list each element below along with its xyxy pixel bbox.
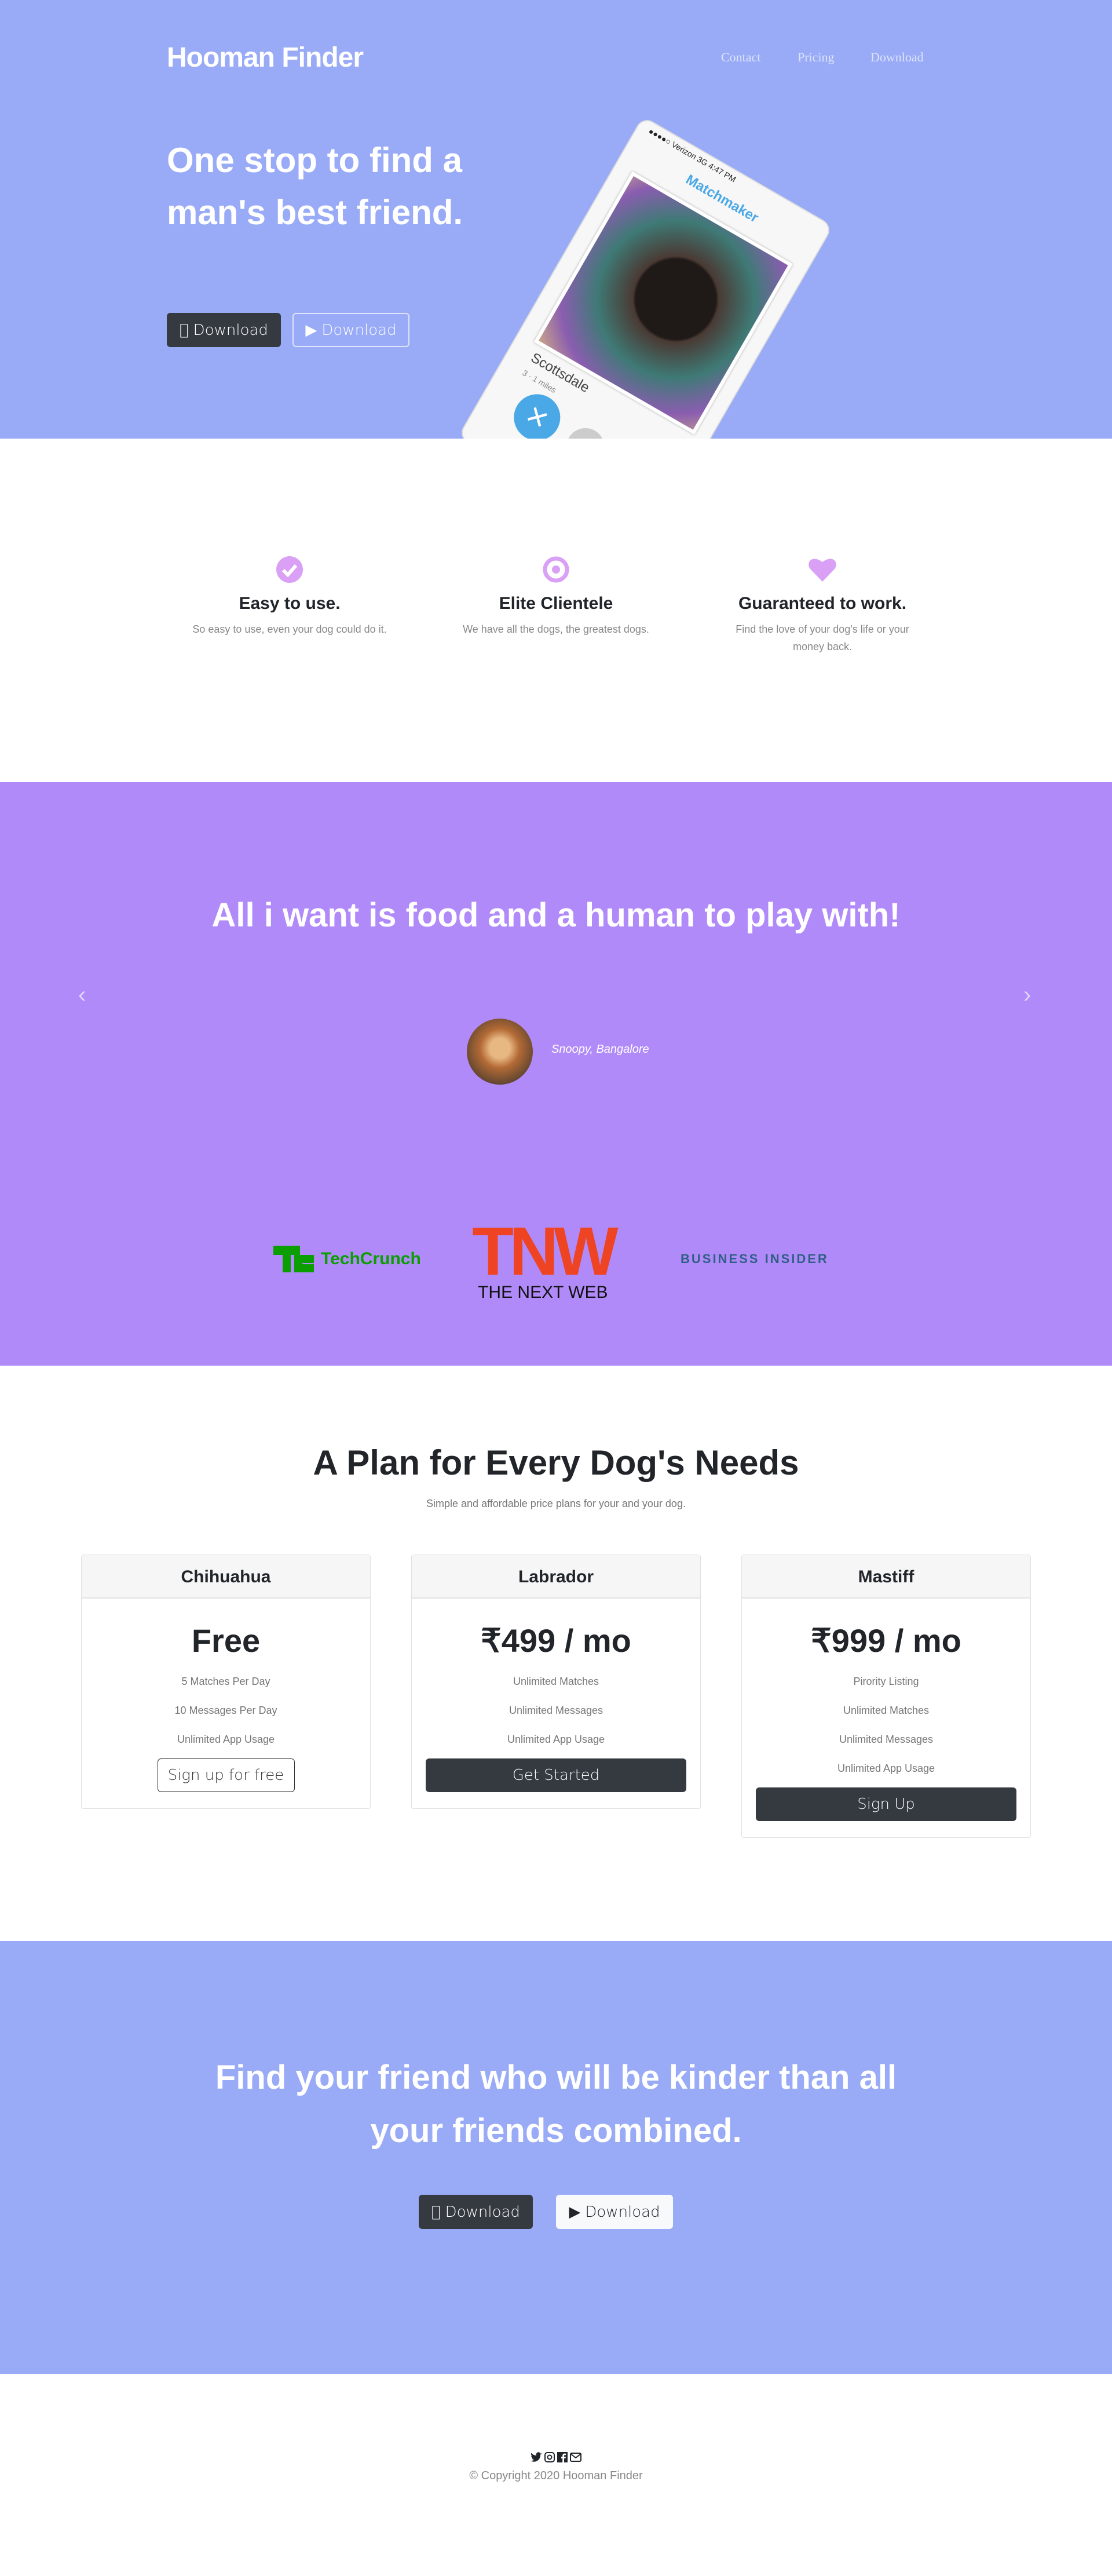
plan-name: Labrador (412, 1555, 700, 1599)
twitter-icon[interactable] (531, 2452, 542, 2462)
app-store-download-button[interactable]: Download (167, 313, 281, 347)
plan-price: Free (191, 1622, 261, 1659)
google-play-icon: ▶ (305, 321, 317, 339)
button-label: Download (188, 321, 268, 339)
cta-text: Find your friend who will be kinder than… (215, 2059, 897, 2150)
techcrunch-logo: TechCrunch (273, 1246, 421, 1272)
tnw-logo: TNW THE NEXT WEB (472, 1213, 619, 1302)
testimonial-avatar (467, 1019, 533, 1085)
plan-price: ₹999 / mo (811, 1622, 961, 1659)
hero-headline: One stop to find a man's best friend. (167, 141, 463, 232)
carousel-prev-button[interactable]: ‹ (78, 982, 86, 1008)
instagram-icon[interactable] (544, 2452, 555, 2462)
nav-pricing[interactable]: Pricing (798, 50, 835, 65)
info-icon (559, 421, 612, 439)
facebook-icon[interactable] (557, 2452, 568, 2462)
plan-feature: Unlimited Matches (843, 1705, 930, 1716)
button-label: Download (585, 2203, 660, 2221)
plan-name: Mastiff (742, 1555, 1030, 1599)
feature-text: So easy to use, even your dog could do i… (192, 623, 387, 635)
feature-title: Guaranteed to work. (738, 594, 907, 613)
sign-up-button[interactable]: Sign Up (756, 1787, 1016, 1821)
bullseye-icon (458, 553, 654, 586)
tnw-wordmark: THE NEXT WEB (478, 1283, 608, 1302)
carousel-next-button[interactable]: › (1023, 982, 1031, 1008)
plan-feature: Unlimited Messages (509, 1705, 603, 1716)
plan-feature: 10 Messages Per Day (174, 1705, 277, 1716)
plan-feature: Unlimited App Usage (177, 1734, 275, 1745)
feature-guaranteed: Guaranteed to work. Find the love of you… (724, 553, 921, 655)
plan-feature: Unlimited Messages (839, 1734, 934, 1745)
cta-app-store-button[interactable]: Download (419, 2195, 533, 2229)
apple-icon:  (431, 2203, 441, 2221)
feature-text: Find the love of your dog's life or your… (736, 623, 909, 652)
feature-elite: Elite Clientele We have all the dogs, th… (458, 553, 654, 638)
plan-feature: 5 Matches Per Day (181, 1676, 270, 1687)
techcrunch-wordmark: TechCrunch (321, 1249, 421, 1268)
plan-card-labrador: Labrador ₹499 / mo Unlimited Matches Unli… (411, 1555, 701, 1809)
tnw-mark: TNW (472, 1213, 619, 1290)
play-store-download-button[interactable]: ▶ Download (292, 313, 409, 347)
pricing-title: A Plan for Every Dog's Needs (313, 1443, 799, 1482)
button-label: Download (440, 2203, 520, 2221)
plan-feature: Unlimited App Usage (507, 1734, 605, 1745)
business-insider-logo: BUSINESS INSIDER (681, 1251, 829, 1266)
feature-title: Easy to use. (239, 594, 341, 613)
feature-text: We have all the dogs, the greatest dogs. (463, 623, 649, 635)
plan-feature: Unlimited Matches (513, 1676, 599, 1687)
plan-card-mastiff: Mastiff ₹999 / mo Pirority Listing Unlimi… (741, 1555, 1031, 1838)
plan-feature: Pirority Listing (853, 1676, 919, 1687)
heart-icon (724, 553, 921, 586)
plan-price: ₹499 / mo (481, 1622, 631, 1659)
nav-download[interactable]: Download (870, 50, 924, 65)
feature-title: Elite Clientele (499, 594, 613, 613)
plan-feature: Unlimited App Usage (837, 1763, 935, 1774)
feature-easy: Easy to use. So easy to use, even your d… (191, 553, 388, 638)
pricing-subtitle: Simple and affordable price plans for yo… (426, 1498, 686, 1509)
techcrunch-mark-icon (273, 1246, 314, 1272)
google-play-icon: ▶ (569, 2203, 581, 2221)
button-label: Download (321, 321, 397, 339)
check-circle-icon (191, 553, 388, 586)
plan-card-chihuahua: Chihuahua Free 5 Matches Per Day 10 Messa… (81, 1555, 371, 1809)
envelope-icon[interactable] (570, 2452, 581, 2462)
copyright: © Copyright 2020 Hooman Finder (469, 2469, 643, 2482)
hero-section: Hooman Finder Contact Pricing Download O… (0, 0, 1112, 439)
get-started-button[interactable]: Get Started (426, 1758, 686, 1792)
sign-up-free-button[interactable]: Sign up for free (157, 1758, 295, 1792)
cta-play-store-button[interactable]: ▶ Download (556, 2195, 673, 2229)
plan-name: Chihuahua (82, 1555, 370, 1599)
testimonial-author: Snoopy, Bangalore (551, 1043, 649, 1056)
brand-logo[interactable]: Hooman Finder (167, 42, 364, 74)
social-links (0, 2452, 1112, 2462)
apple-icon:  (180, 322, 189, 339)
phone-mockup-image: ●●●●○ Verizon 3G 4:47 PM Matchmaker Scot… (458, 116, 834, 439)
nav-contact[interactable]: Contact (721, 50, 760, 65)
testimonial-quote: All i want is food and a human to play w… (211, 896, 901, 934)
